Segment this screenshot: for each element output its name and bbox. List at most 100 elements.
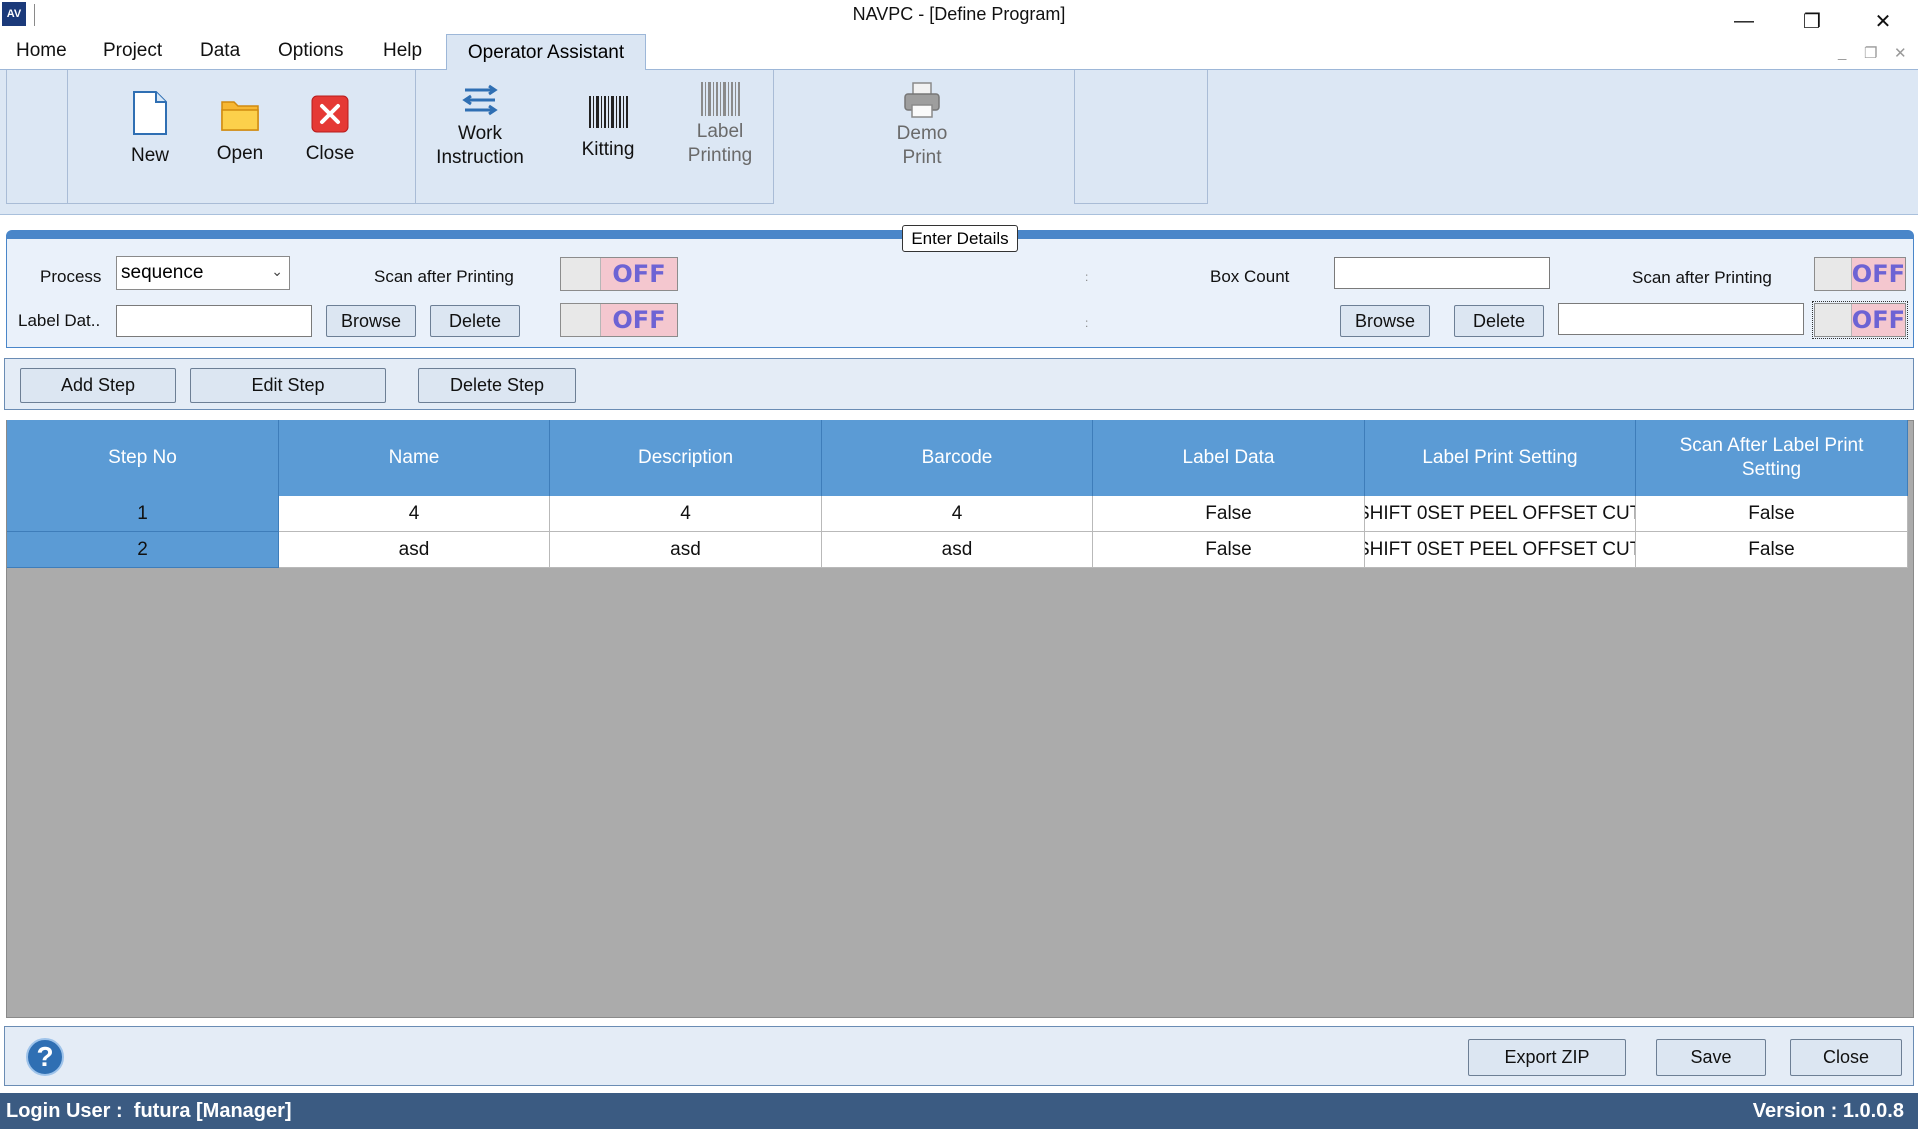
table-cell[interactable]: 4	[822, 496, 1093, 532]
close-button[interactable]: Close	[1790, 1039, 1902, 1076]
demo-print-button[interactable]: Demo Print	[870, 80, 974, 170]
new-document-icon	[133, 91, 167, 135]
separator-dots: :	[1085, 270, 1089, 284]
label-printing-label-2: Printing	[687, 145, 753, 166]
demo-print-label-1: Demo	[896, 123, 948, 144]
close-label: Close	[305, 143, 355, 164]
right-browse-button[interactable]: Browse	[1340, 305, 1430, 337]
restore-icon: ❐	[1803, 10, 1821, 33]
barcode-faded-icon	[701, 82, 740, 116]
new-label: New	[130, 145, 169, 166]
close-icon: ✕	[1874, 10, 1892, 33]
table-cell[interactable]: asd	[279, 532, 550, 568]
version-status: Version : 1.0.0.8	[1752, 1100, 1904, 1122]
toggle-state: OFF	[1851, 304, 1905, 336]
delete-step-button[interactable]: Delete Step	[418, 368, 576, 403]
label-data-browse-button[interactable]: Browse	[326, 305, 416, 337]
ribbon-group-empty	[6, 70, 68, 204]
tab-operator-assistant[interactable]: Operator Assistant	[446, 34, 646, 71]
new-button[interactable]: New	[120, 90, 180, 168]
right-delete-button[interactable]: Delete	[1454, 305, 1544, 337]
column-header-description[interactable]: Description	[550, 420, 822, 496]
toggle-state: OFF	[1851, 258, 1905, 290]
menu-home[interactable]: Home	[16, 40, 67, 62]
toggle-state: OFF	[601, 304, 677, 336]
work-instruction-icon	[462, 84, 498, 116]
table-cell[interactable]: False	[1093, 496, 1365, 532]
label-data-input[interactable]	[116, 305, 312, 337]
ribbon-group-extra	[1074, 70, 1208, 204]
scan-after-printing-label-right: Scan after Printing	[1632, 268, 1772, 287]
mdi-minimize-button[interactable]: _	[1838, 44, 1846, 61]
separator-dots: :	[1085, 316, 1089, 330]
open-button[interactable]: Open	[206, 96, 274, 166]
label-data-toggle[interactable]: OFF	[560, 303, 678, 337]
table-cell[interactable]: SHIFT 0SET PEEL OFFSET CUT	[1365, 496, 1636, 532]
column-header-label-print-setting[interactable]: Label Print Setting	[1365, 420, 1636, 496]
right-file-input[interactable]	[1558, 303, 1804, 335]
table-cell[interactable]: asd	[550, 532, 822, 568]
add-step-button[interactable]: Add Step	[20, 368, 176, 403]
bottom-action-bar	[4, 1026, 1914, 1086]
mdi-close-button[interactable]: ✕	[1894, 44, 1907, 62]
scan-after-printing-toggle-left[interactable]: OFF	[560, 257, 678, 291]
export-zip-button[interactable]: Export ZIP	[1468, 1039, 1626, 1076]
printer-icon	[904, 82, 940, 118]
ribbon-close-button[interactable]: Close	[296, 94, 364, 166]
close-red-icon	[311, 95, 349, 133]
barcode-icon	[589, 96, 628, 128]
table-row-header[interactable]: 2	[7, 532, 279, 568]
label-printing-button[interactable]: Label Printing	[672, 82, 768, 168]
table-row-header[interactable]: 1	[7, 496, 279, 532]
work-instruction-button[interactable]: Work Instruction	[420, 82, 540, 170]
toggle-knob	[1815, 304, 1852, 336]
minimize-icon: —	[1734, 9, 1754, 32]
login-user-status: Login User : futura [Manager]	[6, 1100, 292, 1122]
right-file-toggle[interactable]: OFF	[1812, 301, 1908, 339]
save-button[interactable]: Save	[1656, 1039, 1766, 1076]
open-label: Open	[216, 143, 264, 164]
process-select[interactable]: sequence ⌄	[116, 256, 290, 290]
table-cell-text: SHIFT 0SET PEEL OFFSET CUT	[1365, 538, 1636, 560]
help-icon[interactable]: ?	[26, 1038, 64, 1076]
window-title: NAVPC - [Define Program]	[852, 4, 1066, 24]
toggle-knob	[1815, 258, 1852, 290]
menu-options[interactable]: Options	[278, 40, 343, 62]
process-label: Process	[40, 267, 102, 286]
column-header-name[interactable]: Name	[279, 420, 550, 496]
label-data-label: Label Dat..	[18, 311, 101, 330]
scan-after-printing-toggle-right[interactable]: OFF	[1814, 257, 1906, 291]
column-header-label-data[interactable]: Label Data	[1093, 420, 1365, 496]
box-count-label: Box Count	[1210, 267, 1290, 286]
table-cell[interactable]: SHIFT 0SET PEEL OFFSET CUT	[1365, 532, 1636, 568]
box-count-input[interactable]	[1334, 257, 1550, 289]
process-select-value: sequence	[121, 262, 204, 283]
scan-after-printing-label-left: Scan after Printing	[374, 267, 514, 286]
table-cell[interactable]: asd	[822, 532, 1093, 568]
label-data-delete-button[interactable]: Delete	[430, 305, 520, 337]
table-cell[interactable]: 4	[279, 496, 550, 532]
table-cell[interactable]: False	[1093, 532, 1365, 568]
kitting-button[interactable]: Kitting	[568, 96, 648, 162]
menu-data[interactable]: Data	[200, 40, 240, 62]
table-cell[interactable]: 4	[550, 496, 822, 532]
toggle-knob	[561, 304, 601, 336]
table-cell-text: SHIFT 0SET PEEL OFFSET CUT	[1365, 502, 1636, 524]
work-instruction-label-1: Work	[458, 123, 502, 144]
table-cell[interactable]: False	[1636, 532, 1908, 568]
menu-help[interactable]: Help	[383, 40, 422, 62]
label-printing-label-1: Label	[696, 121, 744, 142]
kitting-label: Kitting	[581, 139, 635, 160]
demo-print-label-2: Print	[902, 147, 942, 168]
menu-project[interactable]: Project	[103, 40, 162, 62]
toggle-state: OFF	[601, 258, 677, 290]
column-header-scan-after-label-print-setting[interactable]: Scan After Label Print Setting	[1636, 420, 1908, 496]
table-cell[interactable]: False	[1636, 496, 1908, 532]
details-legend: Enter Details	[902, 225, 1018, 252]
column-header-step-no[interactable]: Step No	[7, 420, 279, 496]
edit-step-button[interactable]: Edit Step	[190, 368, 386, 403]
column-header-barcode[interactable]: Barcode	[822, 420, 1093, 496]
toggle-knob	[561, 258, 601, 290]
mdi-restore-button[interactable]: ❐	[1864, 44, 1877, 62]
chevron-down-icon: ⌄	[271, 263, 283, 279]
